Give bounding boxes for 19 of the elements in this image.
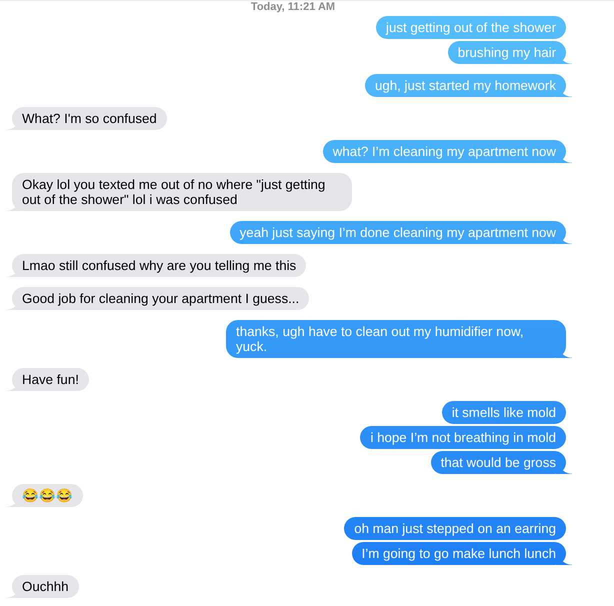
received-message-bubble: Okay lol you texted me out of no where "just getting out of the shower" lol i was confused — [6, 173, 352, 211]
received-message-bubble: Have fun! — [6, 368, 89, 391]
sent-message-bubble: oh man just stepped on an earring — [344, 517, 566, 540]
received-message-bubble: 😂😂😂 — [6, 484, 83, 507]
sent-message-bubble: i hope I’m not breathing in mold — [360, 426, 566, 449]
sent-message-bubble: it smells like mold — [442, 401, 566, 424]
received-message-bubble: Good job for cleaning your apartment I guess... — [6, 287, 310, 310]
received-message-bubble: What? I'm so confused — [6, 107, 167, 130]
sent-message-bubble: just getting out of the shower — [376, 16, 566, 39]
received-message-bubble: Lmao still confused why are you telling me this — [6, 254, 306, 277]
sent-message-bubble: brushing my hair — [448, 41, 572, 64]
sent-message-bubble: that would be gross — [430, 451, 572, 474]
sent-message-bubble: thanks, ugh have to clean out my humidifier now, yuck. — [226, 320, 572, 358]
received-message-bubble: Ouchhh — [6, 575, 79, 598]
sent-message-bubble: ugh, just started my homework — [364, 74, 572, 97]
sent-message-bubble: what? I’m cleaning my apartment now — [322, 140, 572, 163]
sent-message-bubble: I’m going to go make lunch lunch — [352, 542, 572, 565]
timestamp: Today, 11:21 AM — [250, 1, 336, 14]
sent-message-bubble: yeah just saying I’m done cleaning my apartment now — [230, 221, 572, 244]
